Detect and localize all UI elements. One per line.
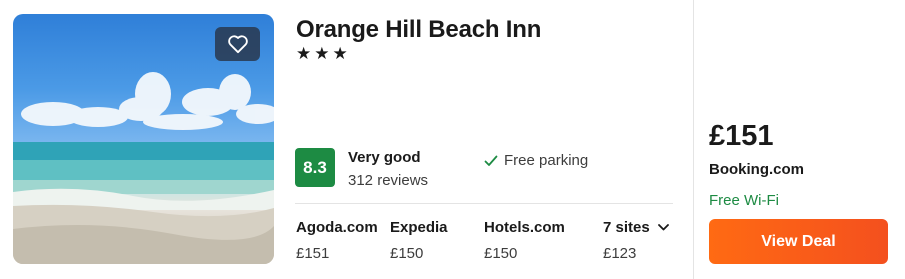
review-count[interactable]: 312 reviews	[348, 172, 428, 189]
divider	[295, 203, 673, 204]
panel-divider	[693, 0, 694, 279]
rating-label: Very good	[348, 149, 421, 166]
site-price: £151	[296, 245, 330, 262]
chevron-down-icon	[657, 224, 669, 231]
check-icon	[484, 155, 498, 166]
site-name: Expedia	[390, 219, 448, 236]
hotel-listing-card: Orange Hill Beach Inn ★★★ 8.3 Very good …	[0, 0, 905, 279]
more-sites-label: 7 sites	[603, 219, 650, 236]
best-price: £151	[709, 120, 774, 152]
heart-icon	[227, 35, 248, 54]
site-name: Hotels.com	[484, 219, 565, 236]
site-offer-agoda[interactable]: Agoda.com £151	[296, 219, 378, 262]
site-name: Agoda.com	[296, 219, 378, 236]
favorite-button[interactable]	[215, 27, 260, 61]
deal-provider: Booking.com	[709, 161, 805, 178]
site-price: £150	[390, 245, 424, 262]
view-deal-button[interactable]: View Deal	[709, 219, 888, 264]
rating-score-badge: 8.3	[295, 148, 335, 187]
deal-perk: Free Wi-Fi	[709, 192, 779, 209]
more-sites-dropdown[interactable]: 7 sites £123	[603, 219, 669, 262]
more-sites-toggle[interactable]: 7 sites	[603, 219, 669, 236]
amenity-free-parking: Free parking	[484, 152, 588, 169]
amenity-label: Free parking	[504, 152, 589, 169]
site-price: £150	[484, 245, 518, 262]
hotel-name[interactable]: Orange Hill Beach Inn	[296, 16, 541, 44]
site-offer-expedia[interactable]: Expedia £150	[390, 219, 448, 262]
site-price: £123	[603, 245, 637, 262]
star-rating: ★★★	[296, 44, 351, 63]
site-offer-hotels[interactable]: Hotels.com £150	[484, 219, 565, 262]
